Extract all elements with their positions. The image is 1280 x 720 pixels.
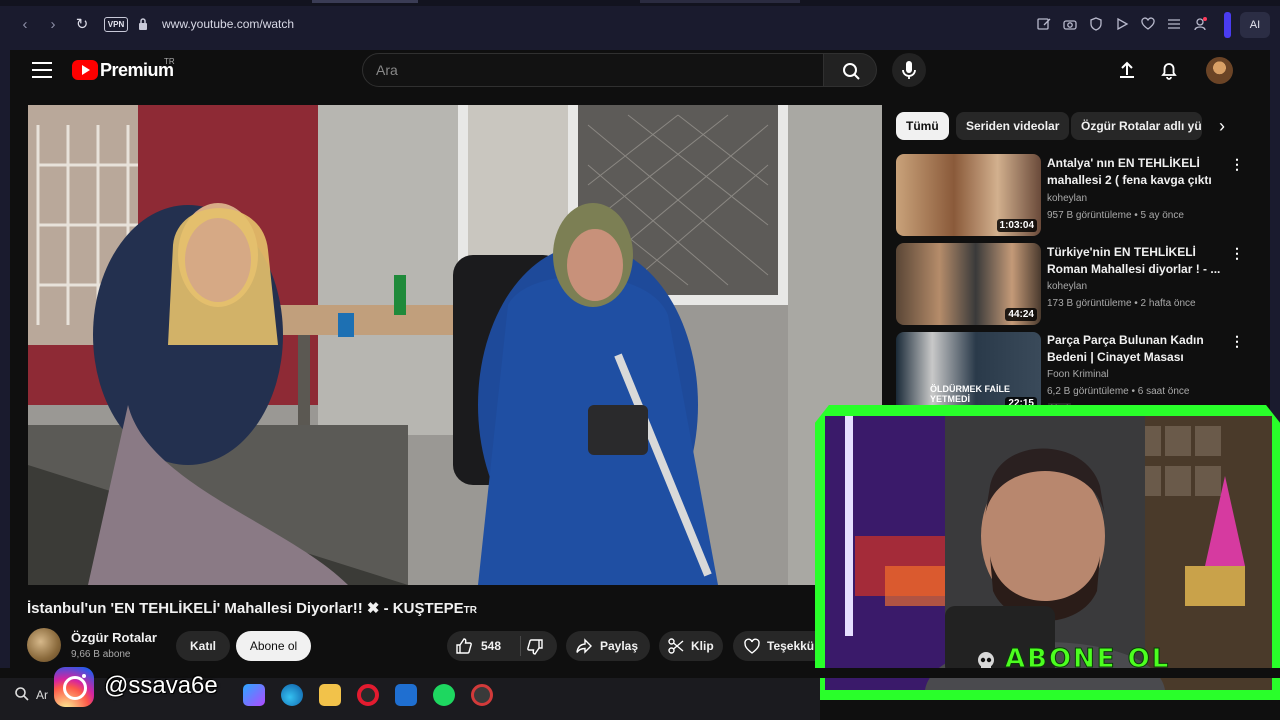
channel-name[interactable]: Özgür Rotalar	[71, 630, 157, 645]
tab-indicator[interactable]	[312, 0, 418, 3]
user-avatar[interactable]	[1206, 57, 1233, 84]
more-options-icon[interactable]: ⋮	[1230, 245, 1244, 262]
recommendation-title[interactable]: Antalya' nın EN TEHLİKELİ mahallesi 2 ( …	[1047, 155, 1223, 189]
chip-series-videos[interactable]: Seriden videolar	[956, 112, 1070, 140]
edit-icon[interactable]	[1036, 16, 1052, 32]
instagram-icon	[54, 667, 94, 707]
mail-icon[interactable]	[395, 684, 417, 706]
sidebar-accent	[1224, 12, 1231, 38]
recommendation-title[interactable]: Türkiye'nin EN TEHLİKELİ Roman Mahallesi…	[1047, 244, 1223, 278]
video-duration: 44:24	[1005, 308, 1037, 321]
recommendation-thumbnail[interactable]: ÖLDÜRMEK FAİLE YETMEDİ 22:15	[896, 332, 1041, 414]
recommendation-channel[interactable]: koheylan	[1047, 281, 1087, 292]
region-code: TR	[164, 57, 175, 66]
recommendation-channel[interactable]: Foon Kriminal	[1047, 369, 1109, 380]
ai-button[interactable]: AI	[1240, 12, 1270, 38]
more-options-icon[interactable]: ⋮	[1230, 156, 1244, 173]
taskbar-search-label[interactable]: Ar	[36, 688, 48, 702]
heart-icon[interactable]	[1140, 16, 1156, 32]
channel-avatar[interactable]	[27, 628, 61, 662]
browser-left-rail	[0, 50, 10, 668]
search-placeholder: Ara	[376, 62, 398, 78]
recommendation-title[interactable]: Parça Parça Bulunan Kadın Bedeni | Cinay…	[1047, 332, 1223, 366]
voice-search-button[interactable]	[892, 53, 926, 87]
spotify-icon[interactable]	[433, 684, 455, 706]
share-icon	[576, 638, 592, 654]
search-icon	[843, 63, 860, 80]
notifications-bell-icon[interactable]	[1158, 59, 1180, 81]
like-icon[interactable]	[455, 637, 473, 655]
clip-label: Klip	[691, 639, 714, 653]
back-icon[interactable]: ‹	[14, 14, 36, 36]
chip-all[interactable]: Tümü	[896, 112, 949, 140]
video-player[interactable]	[28, 105, 882, 585]
opera-icon[interactable]	[357, 684, 379, 706]
thanks-label: Teşekkü	[767, 639, 815, 653]
subscriber-count: 9,66 B abone	[71, 649, 131, 660]
shield-icon[interactable]	[1088, 16, 1104, 32]
recommendation-meta: 173 B görüntüleme • 2 hafta önce	[1047, 298, 1196, 309]
join-button[interactable]: Katıl	[176, 631, 230, 661]
forward-icon[interactable]: ›	[42, 14, 64, 36]
instagram-handle: @ssava6e	[104, 672, 218, 699]
tab-indicator[interactable]	[640, 0, 800, 3]
scissors-icon	[668, 638, 684, 654]
more-options-icon[interactable]: ⋮	[1230, 333, 1244, 350]
like-divider	[520, 636, 521, 656]
menu-icon[interactable]	[1166, 16, 1182, 32]
file-explorer-icon[interactable]	[319, 684, 341, 706]
reload-icon[interactable]: ↻	[71, 14, 93, 36]
search-input[interactable]	[362, 53, 824, 87]
video-title-text: İstanbul'un 'EN TEHLİKELİ' Mahallesi Diy…	[27, 600, 464, 617]
copilot-icon[interactable]	[243, 684, 265, 706]
edge-icon[interactable]	[281, 684, 303, 706]
video-title: İstanbul'un 'EN TEHLİKELİ' Mahallesi Diy…	[27, 599, 477, 617]
thanks-heart-icon	[744, 638, 760, 654]
hamburger-menu-icon[interactable]	[32, 62, 52, 78]
recommendation-thumbnail[interactable]: 44:24	[896, 243, 1041, 325]
app-icon[interactable]	[471, 684, 493, 706]
tab-strip	[0, 0, 1280, 6]
like-count: 548	[481, 639, 502, 653]
chip-channel-uploads[interactable]: Özgür Rotalar adlı yük	[1071, 112, 1202, 140]
subscribe-button[interactable]: Abone ol	[236, 631, 311, 661]
youtube-logo-icon[interactable]	[72, 60, 98, 80]
chevron-right-icon[interactable]: ›	[1208, 112, 1236, 140]
search-button[interactable]	[823, 53, 877, 87]
recommendation-thumbnail[interactable]: 1:03:04	[896, 154, 1041, 236]
video-duration: 1:03:04	[996, 219, 1037, 232]
recommendation-meta: 6,2 B görüntüleme • 6 saat önce	[1047, 386, 1190, 397]
video-frame	[28, 105, 882, 585]
profile-icon[interactable]	[1192, 16, 1208, 32]
dislike-icon[interactable]	[526, 638, 544, 656]
share-label: Paylaş	[600, 639, 639, 653]
address-bar[interactable]: www.youtube.com/watch	[162, 17, 294, 31]
microphone-icon	[902, 61, 916, 79]
recommendation-meta: 957 B görüntüleme • 5 ay önce	[1047, 210, 1184, 221]
camera-icon[interactable]	[1062, 16, 1078, 32]
play-icon[interactable]	[1114, 16, 1130, 32]
upload-icon[interactable]	[1116, 59, 1138, 81]
vpn-badge[interactable]: VPN	[104, 17, 128, 32]
youtube-premium-wordmark[interactable]: Premium	[100, 60, 174, 81]
recommendation-channel[interactable]: koheylan	[1047, 193, 1087, 204]
taskbar-search-icon[interactable]	[14, 686, 30, 702]
video-title-suffix: TR	[463, 605, 477, 616]
lock-icon[interactable]	[138, 17, 148, 31]
